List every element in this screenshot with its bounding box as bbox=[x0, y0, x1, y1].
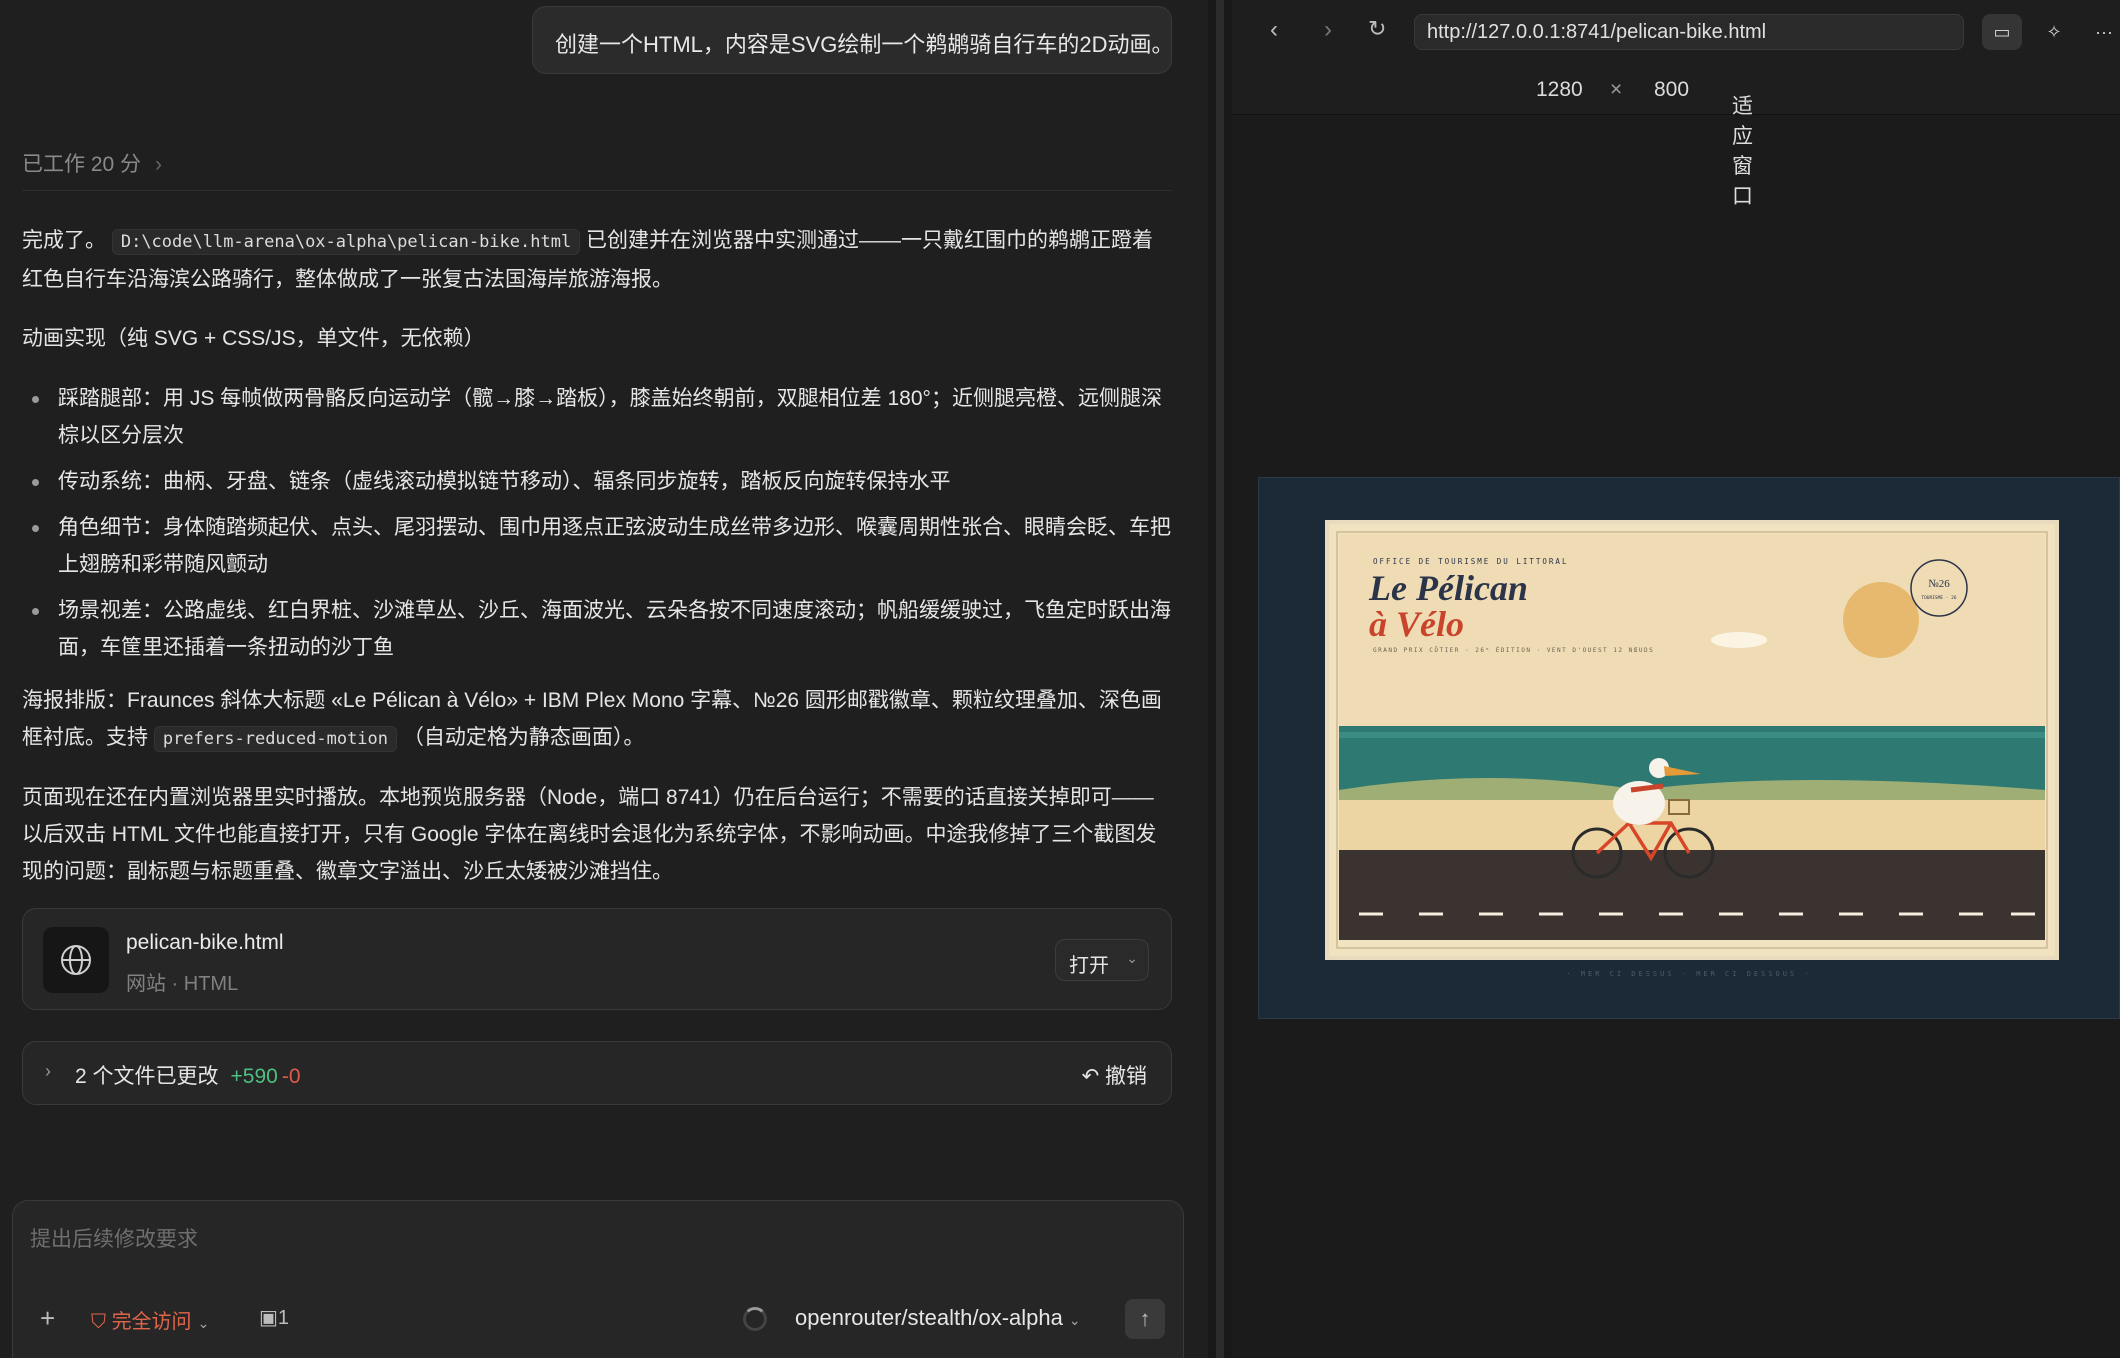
poster-title-line1: Le Pélican bbox=[1368, 568, 1528, 608]
model-name: openrouter/stealth/ox-alpha bbox=[795, 1305, 1063, 1330]
file-path-code: D:\code\llm-arena\ox-alpha\pelican-bike.… bbox=[111, 229, 581, 255]
reduced-motion-code: prefers-reduced-motion bbox=[153, 726, 398, 752]
terminal-icon: ▣ bbox=[259, 1307, 278, 1329]
list-item: 踩踏腿部：用 JS 每帧做两骨骼反向运动学（髋→膝→踏板），膝盖始终朝前，双腿相… bbox=[22, 380, 1172, 454]
composer: 提出后续修改要求 + ⛉ 完全访问 ⌄ ▣1 openrouter/stealth… bbox=[12, 1200, 1184, 1358]
file-card[interactable]: pelican-bike.html 网站 · HTML 打开 ⌄ bbox=[22, 908, 1172, 1010]
sea-wave bbox=[1339, 732, 2045, 738]
worked-label: 已工作 20 分 bbox=[22, 153, 142, 176]
poster-svg: №26 TOURISME · 26 OFFICE DE TOURISME DU … bbox=[1325, 520, 2059, 978]
browser-pane: ‹ › ↻ http://127.0.0.1:8741/pelican-bike… bbox=[1232, 0, 2120, 1358]
more-icon[interactable]: ··· bbox=[2084, 14, 2120, 50]
assistant-paragraph-3: 海报排版：Fraunces 斜体大标题 «Le Pélican à Vélo» … bbox=[22, 682, 1172, 758]
sun-icon bbox=[1843, 582, 1919, 658]
poster-title-line2: à Vélo bbox=[1369, 604, 1464, 644]
changes-label: 2 个文件已更改 bbox=[75, 1065, 219, 1088]
road bbox=[1339, 850, 2045, 940]
reload-icon[interactable]: ↻ bbox=[1368, 16, 1386, 42]
element-picker-icon[interactable]: ✧ bbox=[2034, 14, 2074, 50]
office-label: OFFICE DE TOURISME DU LITTORAL bbox=[1373, 557, 1568, 566]
responsive-mode-icon[interactable]: ▭ bbox=[1982, 14, 2022, 50]
list-item: 角色细节：身体随踏频起伏、点头、尾羽摆动、围巾用逐点正弦波动生成丝带多边形、喉囊… bbox=[22, 509, 1172, 583]
chat-pane: 创建一个HTML，内容是SVG绘制一个鹈鹕骑自行车的2D动画。 已工作 20 分… bbox=[0, 0, 1208, 1358]
undo-icon: ↶ bbox=[1081, 1065, 1105, 1088]
lines-added: +590 bbox=[230, 1065, 278, 1088]
open-button[interactable]: 打开 ⌄ bbox=[1055, 939, 1149, 981]
browser-toolbar: ‹ › ↻ http://127.0.0.1:8741/pelican-bike… bbox=[1232, 0, 2120, 66]
resizer-handle[interactable] bbox=[1216, 0, 1224, 1358]
chevron-down-icon: ⌄ bbox=[197, 1315, 210, 1331]
task-count: 1 bbox=[277, 1307, 290, 1329]
access-mode-dropdown[interactable]: ⛉ 完全访问 ⌄ bbox=[91, 1305, 209, 1334]
chevron-down-icon: ⌄ bbox=[1742, 90, 1754, 106]
worked-duration-toggle[interactable]: 已工作 20 分 › bbox=[22, 148, 162, 178]
cloud bbox=[1711, 632, 1767, 648]
list-item: 传动系统：曲柄、牙盘、链条（虚线滚动模拟链节移动）、辐条同步旋转，踏板反向旋转保… bbox=[22, 463, 1172, 500]
list-item: 场景视差：公路虚线、红白界桩、沙滩草丛、沙丘、海面波光、云朵各按不同速度滚动；帆… bbox=[22, 592, 1172, 666]
stamp-subtext: TOURISME · 26 bbox=[1921, 595, 1957, 601]
stamp-number: №26 bbox=[1928, 578, 1950, 590]
viewport-height[interactable]: 800 bbox=[1654, 78, 1689, 102]
separator bbox=[22, 190, 1172, 191]
viewport-size-bar: 1280 × 800 适应窗口 ⌄ bbox=[1232, 66, 2120, 208]
poster-footer: · MER CI DESSUS · MER CI DESSOUS · bbox=[1566, 970, 1811, 978]
para1-lead: 完成了。 bbox=[22, 229, 106, 252]
assistant-paragraph-2: 动画实现（纯 SVG + CSS/JS，单文件，无依赖） bbox=[22, 327, 485, 350]
chevron-down-icon: ⌄ bbox=[1126, 950, 1138, 966]
chevron-down-icon: ⌄ bbox=[1068, 1312, 1081, 1328]
url-bar[interactable]: http://127.0.0.1:8741/pelican-bike.html bbox=[1414, 14, 1964, 50]
changed-files-bar[interactable]: › 2 个文件已更改 +590 -0 ↶ 撤销 bbox=[22, 1041, 1172, 1105]
loading-spinner-icon bbox=[743, 1307, 767, 1331]
viewport-width[interactable]: 1280 bbox=[1536, 78, 1583, 102]
open-label: 打开 bbox=[1069, 955, 1109, 977]
access-label: 完全访问 bbox=[111, 1311, 192, 1333]
undo-label: 撤销 bbox=[1105, 1065, 1147, 1088]
task-counter[interactable]: ▣1 bbox=[259, 1305, 289, 1330]
file-type: 网站 · HTML bbox=[126, 973, 239, 995]
globe-icon bbox=[43, 927, 109, 993]
forward-icon[interactable]: › bbox=[1324, 16, 1332, 44]
times-symbol: × bbox=[1610, 78, 1623, 101]
user-message-bubble: 创建一个HTML，内容是SVG绘制一个鹈鹕骑自行车的2D动画。 bbox=[532, 6, 1173, 74]
assistant-paragraph-1: 完成了。 D:\code\llm-arena\ox-alpha\pelican-… bbox=[22, 222, 1172, 298]
lines-removed: -0 bbox=[281, 1065, 301, 1088]
para3-tail: （自动定格为静态画面）。 bbox=[402, 726, 645, 749]
assistant-paragraph-4: 页面现在还在内置浏览器里实时播放。本地预览服务器（Node，端口 8741）仍在… bbox=[22, 786, 1157, 883]
file-name: pelican-bike.html bbox=[126, 931, 284, 954]
send-button[interactable]: ↑ bbox=[1125, 1299, 1165, 1339]
model-selector[interactable]: openrouter/stealth/ox-alpha ⌄ bbox=[795, 1305, 1081, 1331]
chevron-right-icon: › bbox=[45, 1061, 51, 1081]
beach bbox=[1339, 800, 2045, 850]
page-viewport: №26 TOURISME · 26 OFFICE DE TOURISME DU … bbox=[1258, 477, 2120, 1019]
fit-label: 适应窗口 bbox=[1732, 95, 1753, 208]
poster-subtitle: GRAND PRIX CÔTIER · 26ᵉ ÉDITION · VENT D… bbox=[1373, 646, 1654, 654]
add-attachment-button[interactable]: + bbox=[40, 1303, 55, 1334]
arrow-up-icon: ↑ bbox=[1139, 1306, 1151, 1331]
follow-up-input[interactable]: 提出后续修改要求 bbox=[30, 1223, 198, 1253]
back-icon[interactable]: ‹ bbox=[1270, 16, 1278, 44]
chevron-right-icon: › bbox=[155, 153, 163, 176]
shield-icon: ⛉ bbox=[91, 1311, 112, 1333]
implementation-list: 踩踏腿部：用 JS 每帧做两骨骼反向运动学（髋→膝→踏板），膝盖始终朝前，双腿相… bbox=[22, 380, 1172, 675]
pane-resizer[interactable] bbox=[1208, 0, 1232, 1358]
undo-button[interactable]: ↶ 撤销 bbox=[1082, 1060, 1147, 1090]
changes-summary: 2 个文件已更改 +590 -0 bbox=[75, 1060, 301, 1090]
